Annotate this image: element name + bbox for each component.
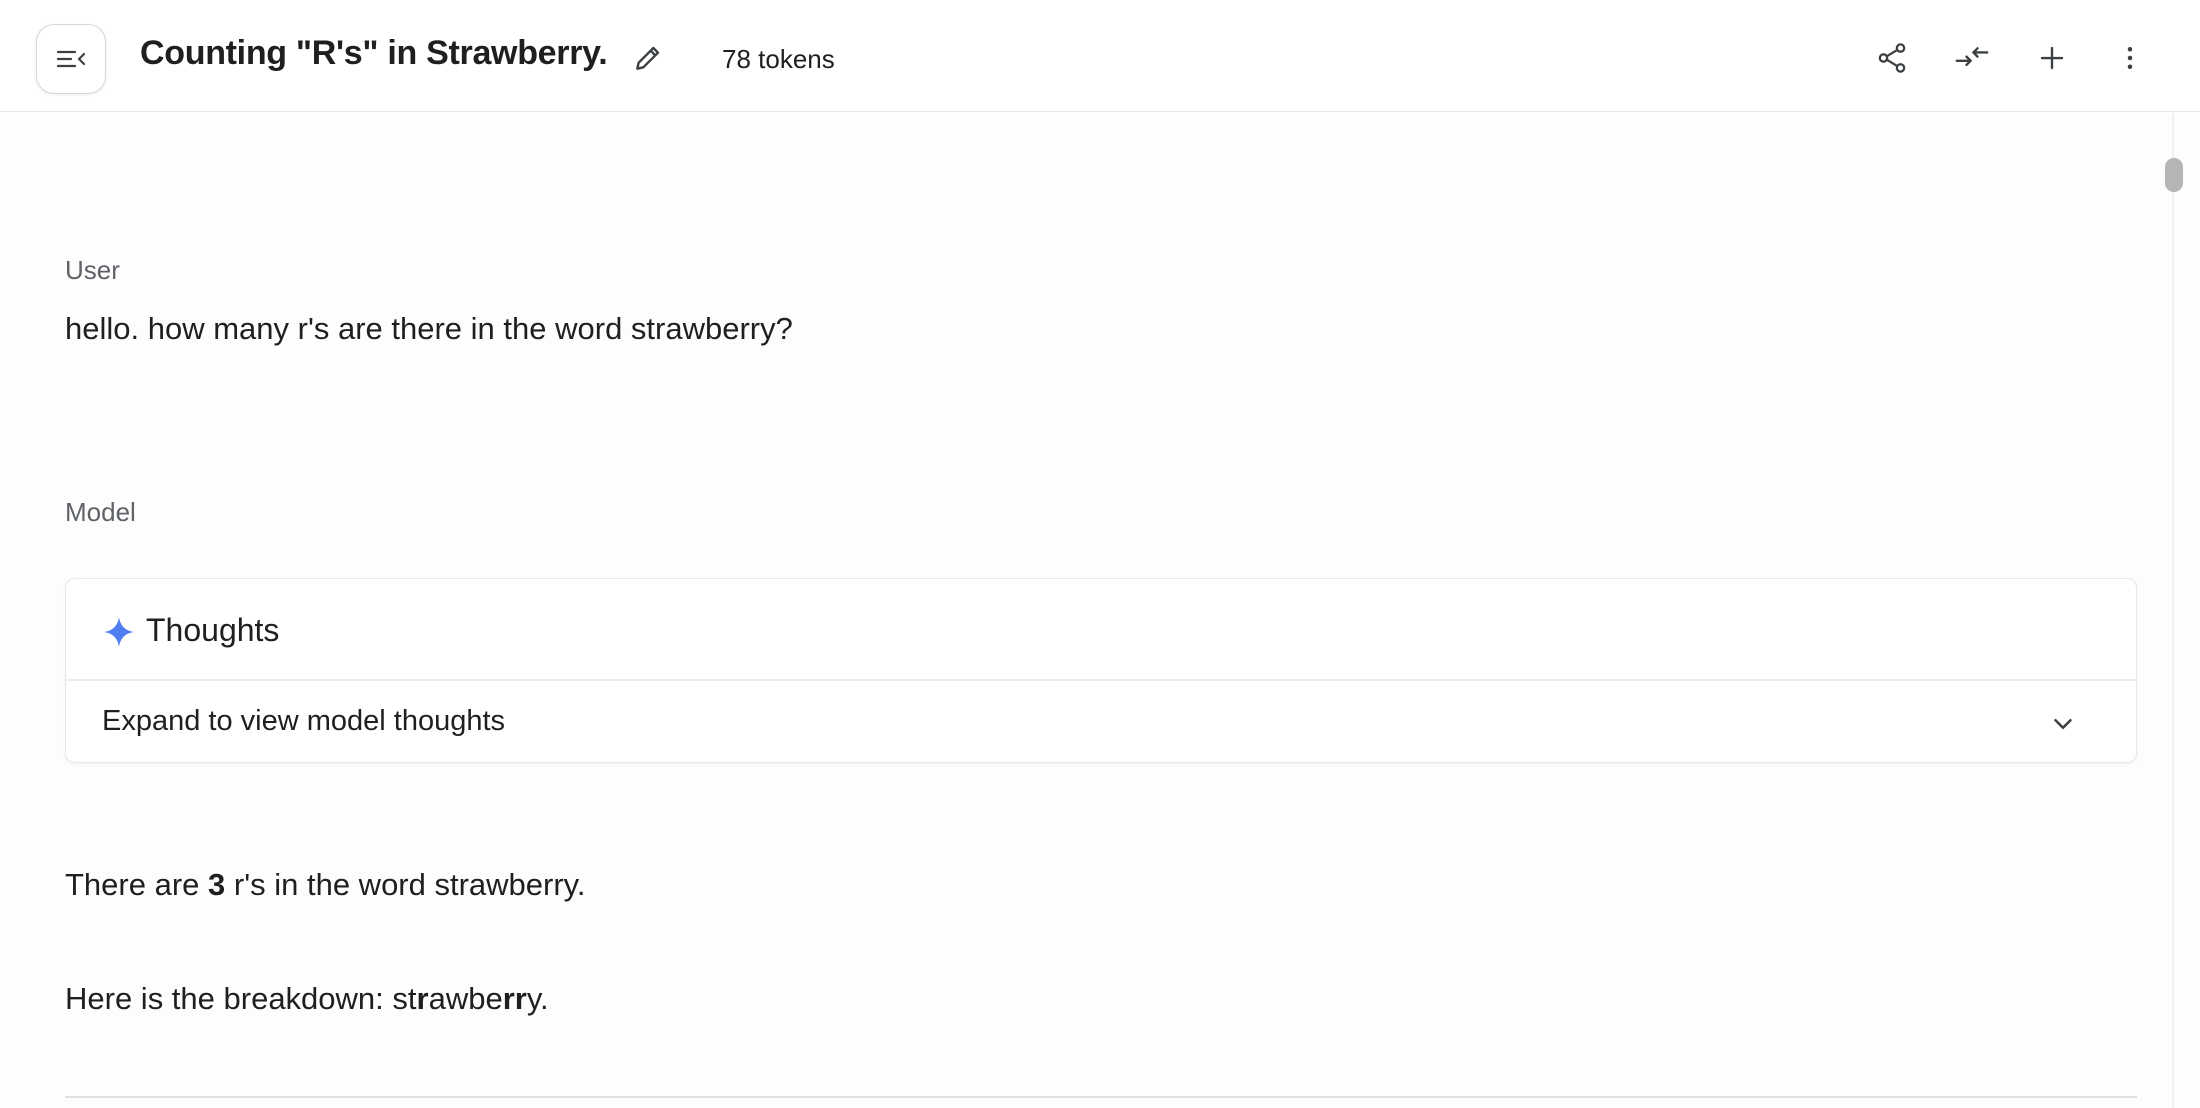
share-button[interactable] [1870, 36, 1914, 80]
new-chat-button[interactable] [2030, 36, 2074, 80]
user-message: hello. how many r's are there in the wor… [65, 311, 793, 346]
toggle-sidebar-button[interactable] [36, 24, 106, 94]
breakdown-part: y. [526, 981, 549, 1016]
answer-text: There are [65, 867, 209, 902]
edit-title-button[interactable] [628, 38, 668, 78]
divider [65, 1096, 2137, 1098]
share-icon [1878, 43, 1906, 73]
expand-thoughts-button[interactable]: Expand to view model thoughts [66, 681, 2136, 762]
more-vert-icon [2127, 47, 2133, 69]
answer-paragraph-2: Here is the breakdown: strawberry. [65, 981, 549, 1017]
thoughts-panel: Thoughts Expand to view model thoughts [65, 578, 2137, 763]
pencil-icon [636, 46, 660, 70]
answer-paragraph-1: There are 3 r's in the word strawberry. [65, 867, 586, 903]
compare-icon [1955, 47, 1989, 67]
breakdown-part: st [392, 981, 417, 1016]
answer-text: r's in the word strawberry. [225, 867, 586, 902]
more-options-button[interactable] [2108, 36, 2152, 80]
thoughts-title: Thoughts [146, 612, 280, 648]
answer-count: 3 [208, 867, 226, 902]
top-bar: Counting "R's" in Strawberry. 78 tokens [0, 0, 2200, 112]
breakdown-part: awbe [428, 981, 503, 1016]
model-role-label: Model [65, 497, 136, 527]
breakdown-rr: rr [502, 981, 527, 1016]
expand-thoughts-label: Expand to view model thoughts [102, 705, 506, 737]
user-role-label: User [65, 255, 120, 285]
scrollbar-track[interactable] [2172, 113, 2174, 1108]
breakdown-r: r [416, 981, 429, 1016]
breakdown-prefix: Here is the breakdown: [65, 981, 393, 1016]
token-count: 78 tokens [722, 44, 835, 74]
sparkle-icon [104, 617, 134, 647]
plus-icon [2040, 46, 2064, 70]
chevron-down-icon [2054, 719, 2072, 729]
thoughts-header: Thoughts [66, 579, 2136, 681]
page-title: Counting "R's" in Strawberry. [140, 34, 608, 72]
scrollbar-thumb[interactable] [2165, 158, 2183, 192]
compare-button[interactable] [1950, 36, 1994, 80]
conversation-area: User hello. how many r's are there in th… [0, 113, 2200, 1108]
menu-collapse-icon [56, 50, 86, 68]
